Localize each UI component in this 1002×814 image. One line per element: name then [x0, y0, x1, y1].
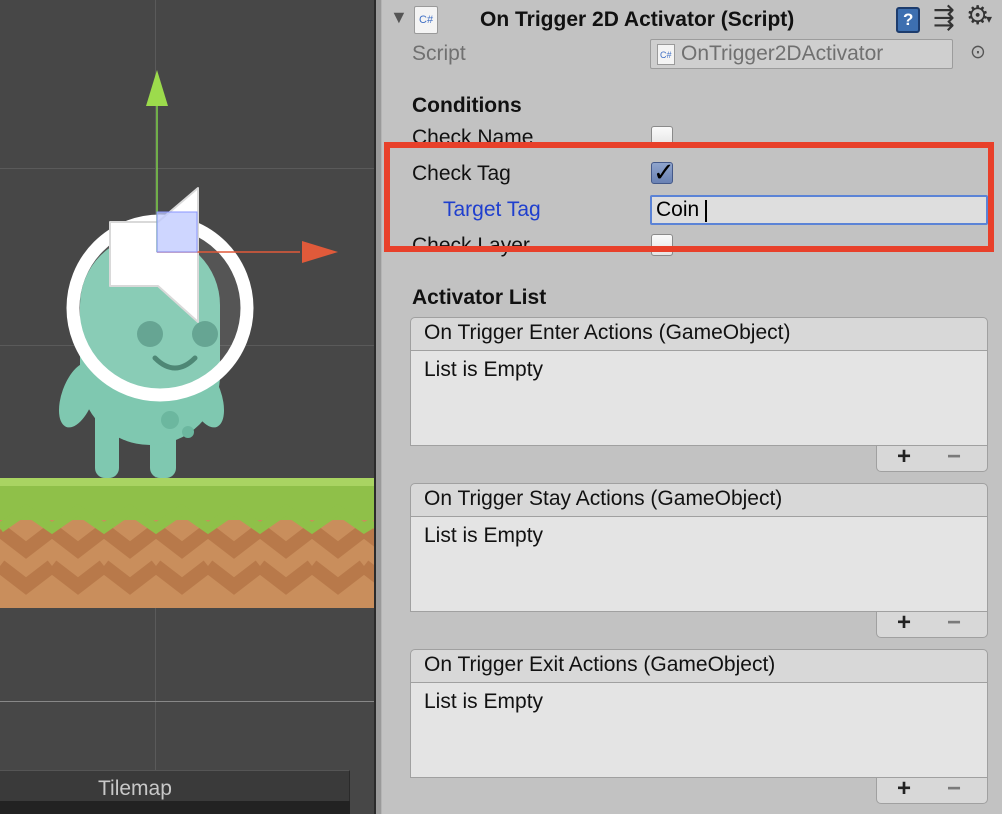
list-body: List is Empty: [410, 517, 988, 612]
script-value: OnTrigger2DActivator: [681, 42, 884, 65]
scene-view[interactable]: Tilemap: [0, 0, 374, 814]
list-empty-text: List is Empty: [424, 524, 544, 547]
script-field[interactable]: C# OnTrigger2DActivator: [650, 39, 953, 69]
help-icon[interactable]: ?: [896, 7, 920, 33]
csharp-label: C#: [660, 50, 672, 60]
foldout-arrow-icon[interactable]: ▼: [390, 7, 408, 28]
list-header-label: On Trigger Exit Actions (GameObject): [424, 653, 776, 676]
check-tag-label: Check Tag: [412, 162, 511, 185]
csharp-script-icon: C#: [414, 6, 438, 34]
text-cursor: [705, 200, 707, 222]
target-tag-input[interactable]: Coin: [650, 195, 988, 225]
move-gizmo[interactable]: [146, 70, 338, 263]
object-picker-icon[interactable]: ⊙: [970, 41, 986, 64]
inspector-panel: ▼ C# On Trigger 2D Activator (Script) ? …: [382, 0, 1002, 814]
component-title: On Trigger 2D Activator (Script): [480, 8, 795, 31]
activator-list-heading: Activator List: [412, 286, 547, 309]
checkmark-icon: ✓: [653, 157, 675, 187]
remove-item-button[interactable]: −: [947, 775, 961, 803]
check-layer-label: Check Layer: [412, 234, 530, 257]
preset-icon[interactable]: ⇶: [933, 2, 955, 33]
list-footer: + −: [876, 609, 988, 638]
ground-tile: [0, 478, 374, 608]
check-tag-checkbox[interactable]: ✓: [651, 157, 675, 187]
target-tag-value: Coin: [656, 198, 700, 221]
list-body: List is Empty: [410, 351, 988, 446]
csharp-script-icon: C#: [657, 44, 675, 65]
list-header: On Trigger Enter Actions (GameObject): [410, 317, 988, 351]
tilemap-overlay[interactable]: Tilemap: [0, 770, 350, 814]
overlay-strip: [0, 801, 350, 814]
scene-canvas: [0, 70, 374, 608]
list-empty-text: List is Empty: [424, 358, 544, 381]
gear-dropdown-icon[interactable]: ▾: [986, 12, 992, 26]
list-body: List is Empty: [410, 683, 988, 778]
list-header: On Trigger Exit Actions (GameObject): [410, 649, 988, 683]
conditions-heading: Conditions: [412, 94, 522, 117]
target-tag-label: Target Tag: [443, 198, 541, 221]
list-header-label: On Trigger Stay Actions (GameObject): [424, 487, 783, 510]
script-label: Script: [412, 42, 466, 65]
add-item-button[interactable]: +: [897, 443, 911, 471]
remove-item-button[interactable]: −: [947, 443, 961, 471]
check-layer-row: Check Layer: [412, 232, 1002, 258]
remove-item-button[interactable]: −: [947, 609, 961, 637]
panel-splitter[interactable]: [374, 0, 382, 814]
list-footer: + −: [876, 443, 988, 472]
check-name-label: Check Name: [412, 126, 534, 149]
list-header-label: On Trigger Enter Actions (GameObject): [424, 321, 791, 344]
add-item-button[interactable]: +: [897, 775, 911, 803]
csharp-label: C#: [419, 14, 434, 26]
add-item-button[interactable]: +: [897, 609, 911, 637]
tilemap-label: Tilemap: [98, 777, 172, 800]
check-layer-checkbox[interactable]: [651, 234, 673, 256]
list-footer: + −: [876, 775, 988, 804]
check-name-checkbox[interactable]: [651, 126, 673, 148]
list-empty-text: List is Empty: [424, 690, 544, 713]
list-header: On Trigger Stay Actions (GameObject): [410, 483, 988, 517]
